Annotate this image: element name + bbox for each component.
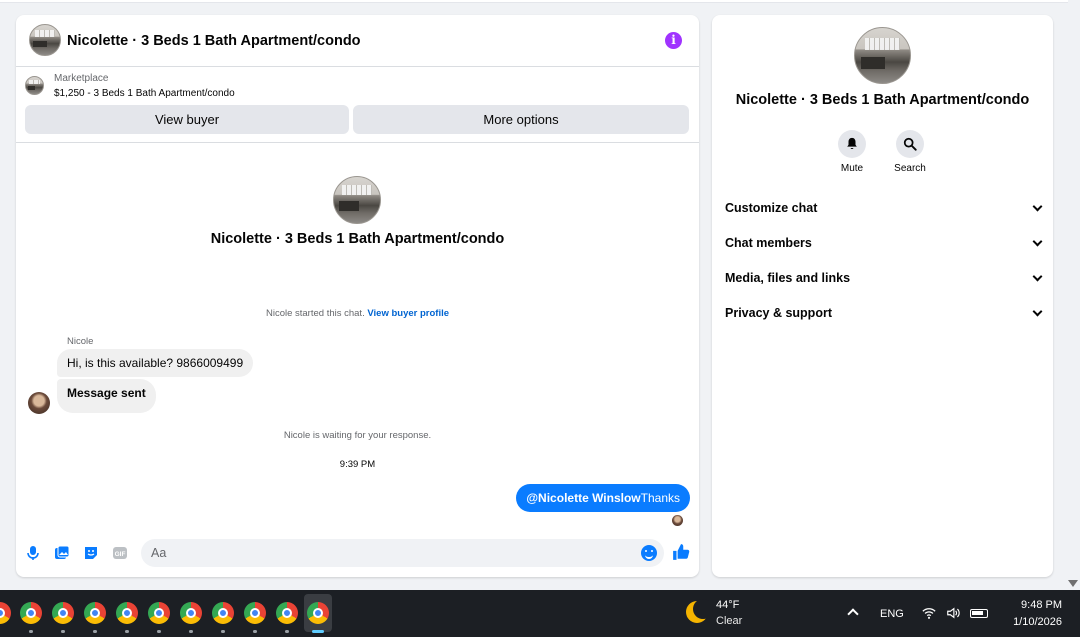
language-indicator[interactable]: ENG: [880, 608, 904, 620]
chrome-taskbar-icon[interactable]: [148, 602, 170, 624]
weather-condition[interactable]: Clear: [716, 615, 742, 627]
chrome-taskbar-icon[interactable]: [84, 602, 106, 624]
mute-label: Mute: [840, 163, 864, 174]
scroll-down-arrow-icon[interactable]: [1068, 580, 1078, 587]
chrome-taskbar-icon[interactable]: [244, 602, 266, 624]
privacy-support-row[interactable]: Privacy & support: [725, 306, 1045, 328]
taskbar: 44°F Clear ENG 9:48 PM 1/10/2026: [0, 590, 1080, 637]
mention[interactable]: @Nicolette Winslow: [526, 491, 640, 505]
running-indicator: [29, 630, 33, 633]
conversation-title: Nicolette · 3 Beds 1 Bath Apartment/cond…: [210, 231, 505, 247]
bell-icon: [838, 130, 866, 158]
more-options-button[interactable]: More options: [353, 105, 689, 134]
media-files-links-row[interactable]: Media, files and links: [725, 271, 1045, 293]
chrome-taskbar-icon[interactable]: [276, 602, 298, 624]
running-indicator: [189, 630, 193, 633]
running-indicator: [61, 630, 65, 633]
volume-icon[interactable]: [946, 606, 960, 620]
chat-members-row[interactable]: Chat members: [725, 236, 1045, 258]
listing-thumbnail[interactable]: [25, 76, 44, 95]
search-label: Search: [894, 163, 926, 174]
chat-started-notice: Nicole started this chat. View buyer pro…: [16, 308, 699, 319]
running-indicator: [157, 630, 161, 633]
chevron-up-icon[interactable]: [847, 608, 859, 620]
menu-label: Privacy & support: [725, 306, 832, 320]
details-title: Nicolette · 3 Beds 1 Bath Apartment/cond…: [735, 92, 1030, 108]
message-composer: GIF: [16, 537, 699, 577]
mute-button[interactable]: Mute: [827, 130, 877, 174]
chrome-taskbar-icon[interactable]: [20, 602, 42, 624]
top-edge: [0, 0, 1068, 3]
microphone-icon[interactable]: [25, 545, 41, 561]
svg-text:GIF: GIF: [115, 551, 126, 558]
running-indicator: [125, 630, 129, 633]
menu-label: Chat members: [725, 236, 812, 250]
chevron-down-icon: [1032, 306, 1043, 317]
active-indicator: [312, 630, 324, 633]
marketplace-strip: Marketplace $1,250 - 3 Beds 1 Bath Apart…: [16, 67, 699, 143]
incoming-message[interactable]: Message sent: [57, 379, 156, 413]
sticker-icon[interactable]: [83, 545, 99, 561]
message-timestamp: 9:39 PM: [339, 459, 376, 470]
chevron-down-icon: [1032, 201, 1043, 212]
chat-header: Nicolette · 3 Beds 1 Bath Apartment/cond…: [16, 15, 699, 67]
sender-avatar[interactable]: [28, 392, 50, 414]
chrome-taskbar-icon[interactable]: [116, 602, 138, 624]
chat-started-text: Nicole started this chat.: [265, 308, 365, 319]
emoji-icon[interactable]: [641, 545, 657, 561]
chrome-taskbar-icon[interactable]: [0, 602, 11, 624]
conversation-avatar: [333, 176, 381, 224]
view-buyer-profile-link[interactable]: View buyer profile: [367, 308, 449, 319]
clock-time[interactable]: 9:48 PM: [1000, 599, 1062, 611]
marketplace-label: Marketplace: [54, 73, 109, 84]
info-icon[interactable]: i: [665, 32, 682, 49]
like-icon[interactable]: [672, 543, 690, 561]
listing-price[interactable]: $1,250 - 3 Beds 1 Bath Apartment/condo: [54, 88, 235, 99]
reply-text: Thanks: [640, 491, 680, 505]
running-indicator: [285, 630, 289, 633]
chat-panel: Nicolette · 3 Beds 1 Bath Apartment/cond…: [16, 15, 699, 577]
conversation-details-panel: Nicolette · 3 Beds 1 Bath Apartment/cond…: [712, 15, 1053, 577]
menu-label: Customize chat: [725, 201, 818, 215]
chevron-down-icon: [1032, 236, 1043, 247]
running-indicator: [93, 630, 97, 633]
sender-name: Nicole: [67, 336, 94, 347]
seen-indicator: [672, 515, 683, 526]
wifi-icon[interactable]: [922, 606, 936, 620]
moon-icon[interactable]: [686, 599, 713, 623]
details-avatar: [854, 27, 911, 84]
message-input[interactable]: [141, 539, 664, 567]
running-indicator: [253, 630, 257, 633]
chrome-taskbar-icon[interactable]: [52, 602, 74, 624]
page-scrollbar[interactable]: [1068, 0, 1080, 590]
chrome-taskbar-icon-active[interactable]: [307, 602, 329, 624]
listing-avatar[interactable]: [29, 24, 61, 56]
battery-icon[interactable]: [970, 609, 988, 618]
chrome-taskbar-icon[interactable]: [180, 602, 202, 624]
search-icon: [896, 130, 924, 158]
chevron-down-icon: [1032, 271, 1043, 282]
menu-label: Media, files and links: [725, 271, 851, 285]
waiting-notice: Nicole is waiting for your response.: [283, 430, 432, 441]
gif-icon[interactable]: GIF: [112, 545, 128, 561]
outgoing-message[interactable]: @Nicolette WinslowThanks: [516, 484, 690, 512]
search-button[interactable]: Search: [885, 130, 935, 174]
chat-title[interactable]: Nicolette · 3 Beds 1 Bath Apartment/cond…: [67, 33, 361, 49]
view-buyer-button[interactable]: View buyer: [25, 105, 349, 134]
customize-chat-row[interactable]: Customize chat: [725, 201, 1045, 223]
running-indicator: [221, 630, 225, 633]
chrome-taskbar-icon[interactable]: [212, 602, 234, 624]
weather-temperature[interactable]: 44°F: [716, 599, 739, 611]
incoming-message[interactable]: Hi, is this available? 9866009499: [57, 349, 254, 377]
clock-date[interactable]: 1/10/2026: [1000, 616, 1062, 628]
photo-icon[interactable]: [54, 545, 70, 561]
